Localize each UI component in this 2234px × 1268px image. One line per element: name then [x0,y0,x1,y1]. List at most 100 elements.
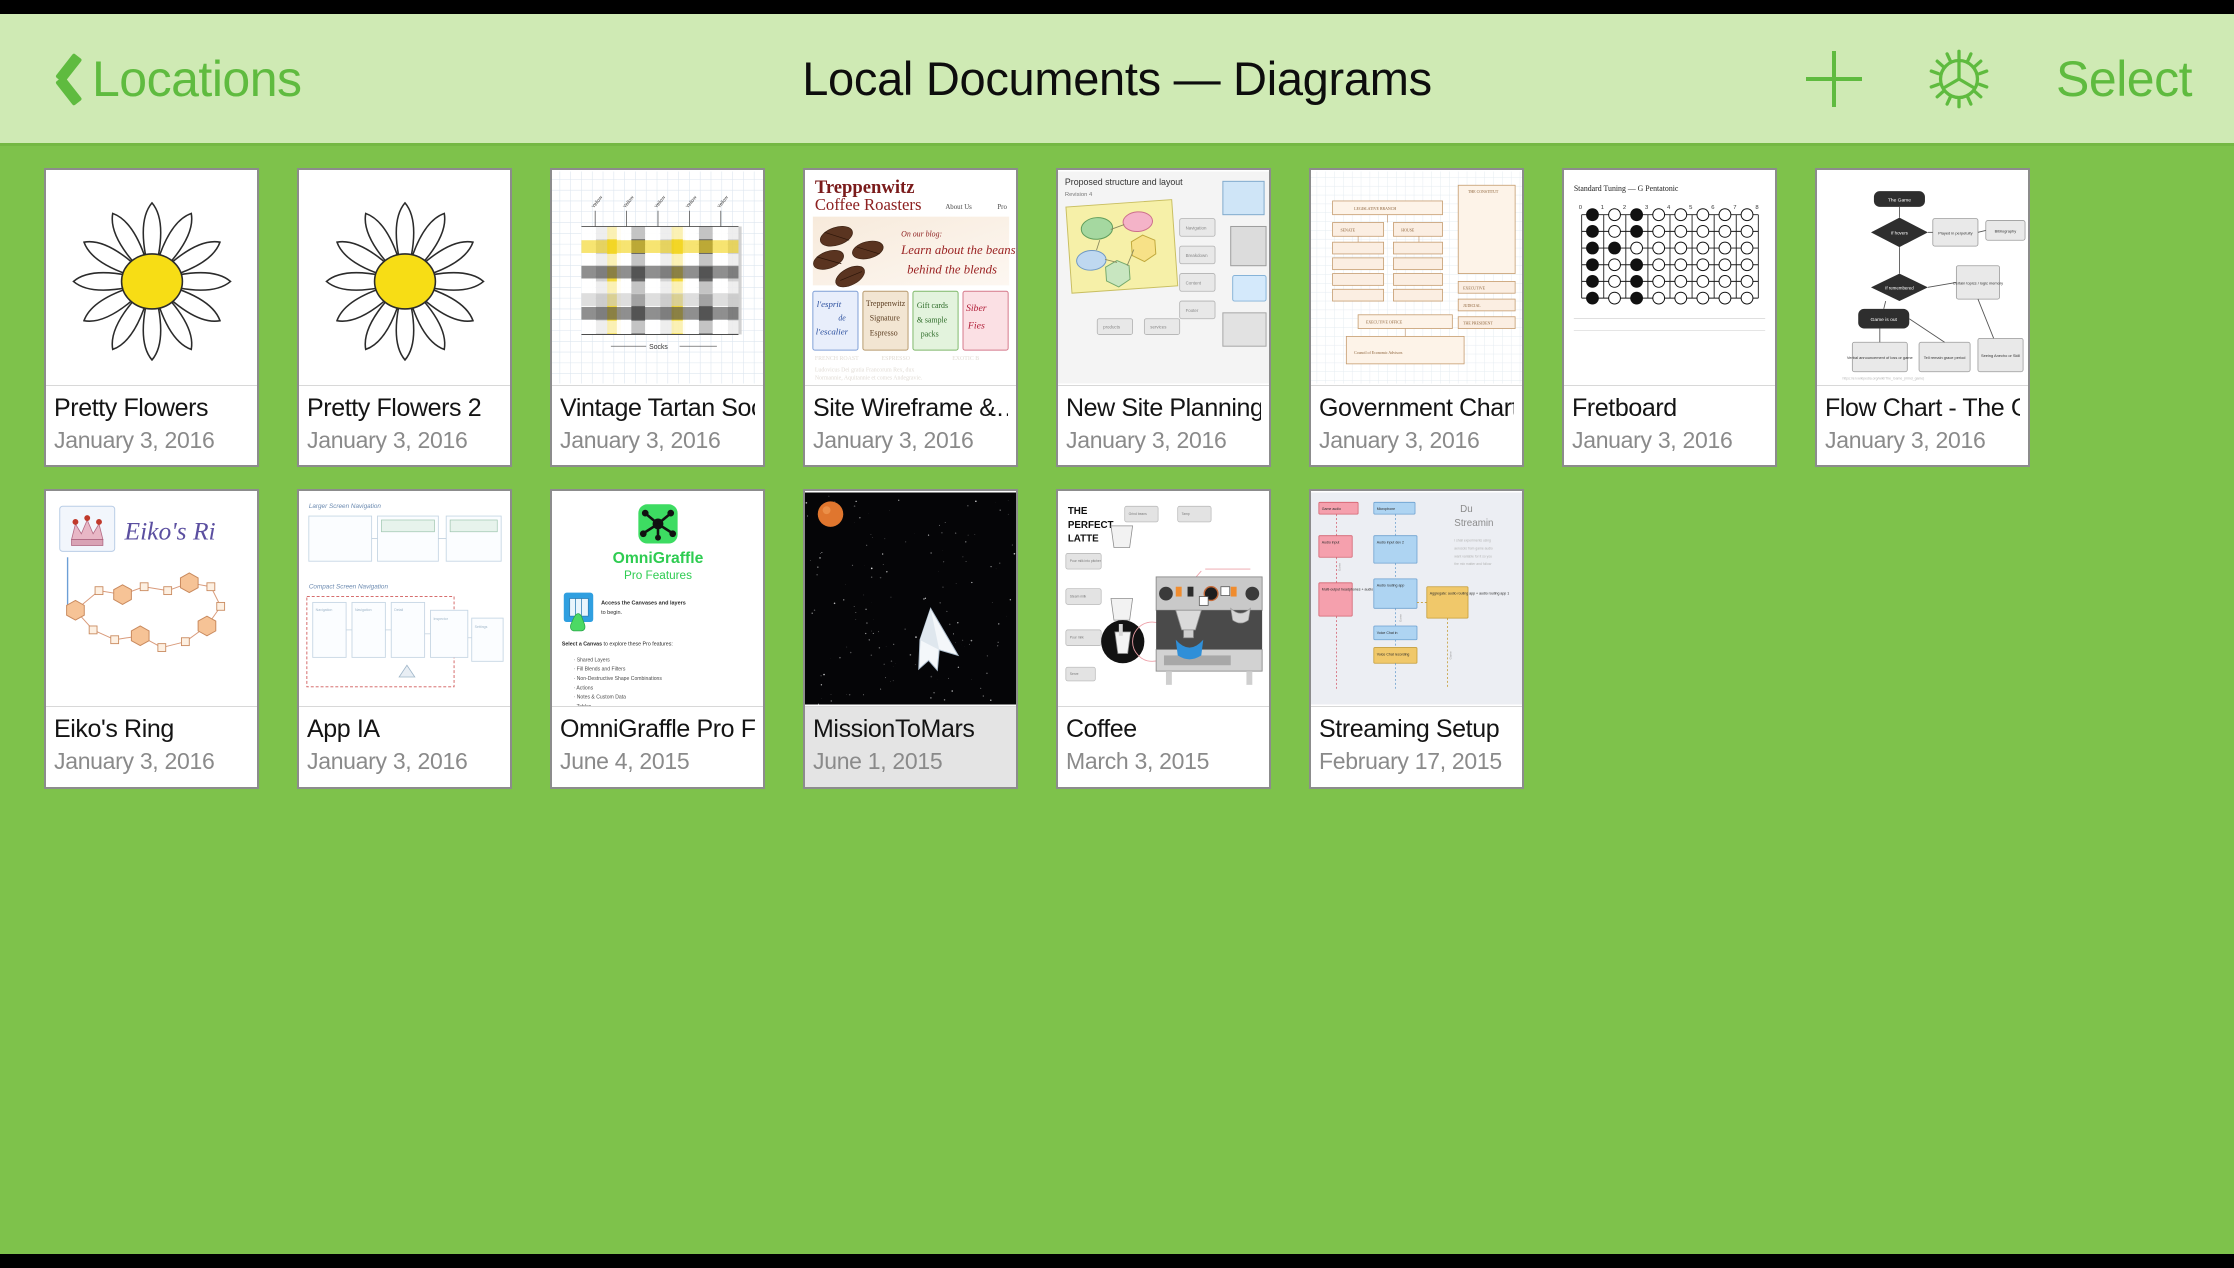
gear-icon[interactable] [1926,46,1992,112]
document-title: Site Wireframe &… [813,394,1008,424]
svg-text:· Actions: · Actions [574,686,594,692]
svg-text:l'escalier: l'escalier [816,326,849,336]
svg-text:Streamin: Streamin [1454,518,1493,529]
document-meta: Government Chart January 3, 2016 [1311,386,1522,465]
document-card[interactable]: Yellow Yellow Yellow Yellow Yellow Socks… [550,168,765,467]
svg-text:SENATE: SENATE [1340,228,1355,232]
document-meta: New Site Planning January 3, 2016 [1058,386,1269,465]
svg-text:Revision 4: Revision 4 [1065,192,1093,198]
back-button[interactable]: Locations [44,50,302,108]
svg-text:Pro Features: Pro Features [624,569,692,582]
svg-text:About Us: About Us [945,204,972,211]
svg-text:I shall experiments using: I shall experiments using [1454,539,1491,543]
svg-text:FRENCH ROAST: FRENCH ROAST [815,356,859,362]
svg-text:Pro: Pro [997,204,1007,211]
svg-text:OmniGraffle: OmniGraffle [613,551,704,568]
document-title: Streaming Setup [1319,715,1514,745]
svg-text:Ludovicus Dei gratia Francorum: Ludovicus Dei gratia Francorum Rex, dux [815,368,915,374]
svg-text:Standard Tuning — G Pentatonic: Standard Tuning — G Pentatonic [1574,184,1679,193]
svg-text:Breakdown: Breakdown [1186,253,1209,258]
svg-text:Content: Content [1186,280,1202,285]
document-date: January 3, 2016 [813,426,1008,456]
svg-text:LEGISLATIVE BRANCH: LEGISLATIVE BRANCH [1354,207,1396,211]
document-card[interactable]: Standard Tuning — G Pentatonic 012345678… [1562,168,1777,467]
svg-text:Compact Screen Navigation: Compact Screen Navigation [309,584,389,591]
svg-text:Game: Game [1337,563,1341,571]
document-thumbnail: THE PERFECT LATTE Pour milk into pitcher… [1058,491,1269,707]
svg-text:Game audio: Game audio [1322,508,1341,512]
app-root: Locations Local Documents — Diagrams Sel… [0,14,2234,1254]
document-title: Flow Chart - The G… [1825,394,2020,424]
document-card[interactable]: Game audio Microphone Audio input Audio … [1309,489,1524,788]
document-date: January 3, 2016 [54,747,249,777]
document-thumbnail: LEGISLATIVE BRANCH THE CONSTITUT SENATE HO… [1311,170,1522,386]
document-card[interactable]: Proposed structure and layout Revision 4… [1056,168,1271,467]
svg-text:· Notes & Custom Data: · Notes & Custom Data [574,695,627,701]
svg-text:THE PRESIDENT: THE PRESIDENT [1463,322,1493,326]
document-card[interactable]: Pretty Flowers January 3, 2016 [44,168,259,467]
svg-text:Game: Game [1398,614,1402,622]
svg-text:Siber: Siber [966,303,987,314]
svg-text:l'esprit: l'esprit [817,299,842,309]
document-title: Government Chart [1319,394,1514,424]
document-thumbnail: Eiko's Ri [46,491,257,707]
document-title: Eiko's Ring [54,715,249,745]
svg-text:HOUSE: HOUSE [1401,228,1415,232]
svg-text:Voice Chat in: Voice Chat in [1377,631,1398,635]
document-grid: Pretty Flowers January 3, 2016 Pretty Flo… [0,146,2234,789]
svg-text:Navigation: Navigation [316,609,333,613]
svg-text:Select a Canvas to explore the: Select a Canvas to explore these Pro fea… [562,642,673,648]
document-thumbnail: Treppenwitz Coffee Roasters About Us Pro… [805,170,1016,386]
document-meta: OmniGraffle Pro Fe…June 4, 2015 [552,707,763,786]
svg-text:Learn about the beans: Learn about the beans [900,243,1015,257]
document-date: March 3, 2015 [1066,747,1261,777]
back-button-label: Locations [92,50,302,108]
document-card[interactable]: The Game If hovers Played in perpetuity … [1815,168,2030,467]
document-thumbnail: OmniGraffle Pro Features Access the Canv… [552,491,763,707]
document-card[interactable]: OmniGraffle Pro Features Access the Canv… [550,489,765,788]
document-date: January 3, 2016 [560,426,755,456]
svg-text:THE: THE [1068,506,1088,517]
navbar-actions: Select [1806,46,2192,112]
svg-text:Signature: Signature [870,314,901,323]
svg-text:behind the blends: behind the blends [907,263,997,277]
document-card[interactable]: Larger Screen Navigation Compact Screen … [297,489,512,788]
svg-text:Audio routing app: Audio routing app [1377,584,1405,588]
svg-text:Fies: Fies [967,321,985,332]
document-meta: Fretboard January 3, 2016 [1564,386,1775,465]
document-meta: Streaming Setup February 17, 2015 [1311,707,1522,786]
svg-text:Tell remain grace period: Tell remain grace period [1924,355,1966,360]
svg-text:Larger Screen Navigation: Larger Screen Navigation [309,504,382,511]
svg-text:Bibliography: Bibliography [1995,228,2017,233]
document-card[interactable]: LEGISLATIVE BRANCH THE CONSTITUT SENATE HO… [1309,168,1524,467]
svg-text:Audio input: Audio input [1322,541,1340,545]
document-meta: Flow Chart - The G…January 3, 2016 [1817,386,2028,465]
svg-text:EXECUTIVE OFFICE: EXECUTIVE OFFICE [1366,321,1403,325]
svg-text:& sample: & sample [917,316,948,325]
document-title: Pretty Flowers 2 [307,394,502,424]
svg-text:Grind beans: Grind beans [1129,512,1147,516]
document-thumbnail: The Game If hovers Played in perpetuity … [1817,170,2028,386]
svg-text:Played in perpetuity: Played in perpetuity [1938,230,1972,235]
svg-text:· Fill Blends and Filters: · Fill Blends and Filters [574,667,626,673]
document-card[interactable]: Treppenwitz Coffee Roasters About Us Pro… [803,168,1018,467]
document-title: Coffee [1066,715,1261,745]
svg-text:Navigation: Navigation [1186,225,1207,230]
document-meta: MissionToMars June 1, 2015 [805,707,1016,786]
plus-icon[interactable] [1806,51,1862,107]
svg-text:On our blog:: On our blog: [901,229,942,238]
svg-text:Settings: Settings [475,625,488,629]
navigation-bar: Locations Local Documents — Diagrams Sel… [0,14,2234,146]
document-card[interactable]: Eiko's Ri Eiko's Ring January 3, 2016 [44,489,259,788]
document-card[interactable]: MissionToMars June 1, 2015 [803,489,1018,788]
svg-text:Access the Canvases and layers: Access the Canvases and layers [601,601,686,607]
document-card[interactable]: Pretty Flowers 2 January 3, 2016 [297,168,512,467]
svg-text:1: 1 [1601,205,1604,211]
document-card[interactable]: THE PERFECT LATTE Pour milk into pitcher… [1056,489,1271,788]
document-meta: Pretty Flowers January 3, 2016 [46,386,257,465]
select-button[interactable]: Select [2056,50,2192,108]
svg-text:· Tables: · Tables [574,704,592,706]
document-thumbnail: Proposed structure and layout Revision 4… [1058,170,1269,386]
document-date: January 3, 2016 [1572,426,1767,456]
document-date: January 3, 2016 [307,426,502,456]
